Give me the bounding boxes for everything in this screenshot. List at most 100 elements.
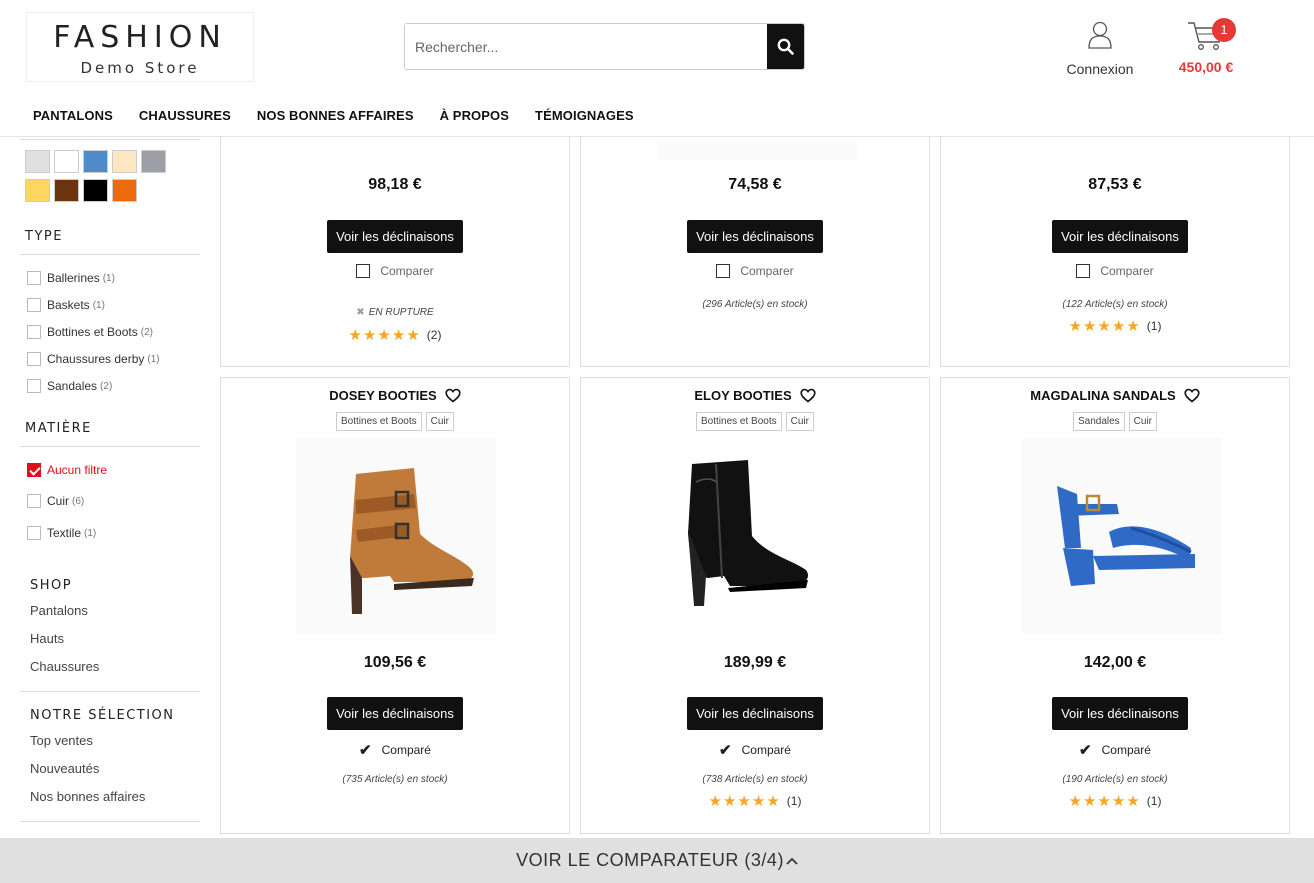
- filter-label: Chaussures derby: [47, 352, 145, 366]
- rating: ★★★★★ (1): [581, 792, 929, 810]
- stock-quantity: (296 Article(s) en stock): [702, 299, 808, 310]
- search-button[interactable]: [767, 24, 804, 69]
- compared-toggle[interactable]: ✔ Comparé: [581, 741, 929, 759]
- checkbox[interactable]: [356, 264, 371, 278]
- compare-checkbox[interactable]: Comparer: [581, 264, 929, 278]
- view-variants-button[interactable]: Voir les déclinaisons: [687, 220, 823, 253]
- filter-type-bottines[interactable]: Bottines et Boots (2): [27, 325, 153, 339]
- view-variants-button[interactable]: Voir les déclinaisons: [687, 697, 823, 730]
- rating: ★★★★★ (1): [941, 317, 1289, 335]
- search-icon: [777, 38, 794, 55]
- checkbox[interactable]: [716, 264, 731, 278]
- checkbox[interactable]: [1076, 264, 1091, 278]
- product-name[interactable]: DOSEY BOOTIES: [329, 388, 436, 403]
- filter-matiere-aucun[interactable]: Aucun filtre: [27, 463, 107, 477]
- category-tag: Bottines et Boots: [696, 412, 782, 431]
- compare-checkbox[interactable]: Comparer: [941, 264, 1289, 278]
- checkbox[interactable]: [27, 352, 41, 366]
- color-swatches: [25, 150, 185, 208]
- product-image[interactable]: [657, 140, 857, 160]
- checkbox[interactable]: [27, 494, 41, 508]
- out-of-stock-text: EN RUPTURE: [368, 307, 434, 318]
- color-swatch[interactable]: [54, 179, 79, 202]
- account-link[interactable]: Connexion: [1060, 20, 1140, 77]
- color-swatch[interactable]: [112, 150, 137, 173]
- color-swatch[interactable]: [25, 179, 50, 202]
- product-image[interactable]: [656, 438, 856, 634]
- product-price: 109,56 €: [363, 654, 427, 671]
- nav-chaussures[interactable]: CHAUSSURES: [126, 101, 244, 130]
- cart-link[interactable]: 1 450,00 €: [1170, 18, 1242, 75]
- heart-icon[interactable]: [800, 388, 816, 403]
- logo[interactable]: FASHION Demo Store: [26, 12, 254, 82]
- filter-matiere-cuir[interactable]: Cuir (6): [27, 494, 84, 508]
- shop-link-chaussures[interactable]: Chaussures: [30, 659, 99, 674]
- compare-bar-button[interactable]: VOIR LE COMPARATEUR (3/4): [0, 838, 1314, 883]
- material-tag: Cuir: [1128, 412, 1158, 431]
- selection-link-nouveautes[interactable]: Nouveautés: [30, 761, 99, 776]
- star-rating-icon: ★★★★★: [348, 327, 421, 344]
- product-image[interactable]: [1021, 438, 1221, 634]
- product-price: 87,53 €: [1088, 176, 1142, 193]
- checkbox[interactable]: [27, 298, 41, 312]
- rating: ★★★★★ (1): [941, 792, 1289, 810]
- view-variants-button[interactable]: Voir les déclinaisons: [327, 697, 463, 730]
- product-name[interactable]: MAGDALINA SANDALS: [1030, 388, 1175, 403]
- divider: [20, 691, 200, 692]
- product-card: ELOY BOOTIES Bottines et Boots Cuir 189,9…: [580, 377, 930, 834]
- color-swatch[interactable]: [112, 179, 137, 202]
- color-swatch[interactable]: [141, 150, 166, 173]
- filter-count: (1): [102, 272, 115, 284]
- product-image[interactable]: [296, 438, 496, 634]
- checkbox[interactable]: [27, 271, 41, 285]
- view-variants-button[interactable]: Voir les déclinaisons: [327, 220, 463, 253]
- logo-sub: Demo Store: [80, 59, 200, 77]
- view-variants-button[interactable]: Voir les déclinaisons: [1052, 697, 1188, 730]
- compared-toggle[interactable]: ✔ Comparé: [941, 741, 1289, 759]
- shop-link-hauts[interactable]: Hauts: [30, 631, 64, 646]
- filter-label: Textile: [47, 526, 82, 540]
- nav-pantalons[interactable]: PANTALONS: [20, 101, 126, 130]
- search-form: [404, 23, 805, 70]
- checkbox[interactable]: [27, 325, 41, 339]
- filter-type-baskets[interactable]: Baskets (1): [27, 298, 105, 312]
- product-name-row: ELOY BOOTIES: [581, 388, 929, 403]
- checkmark-icon: ✔: [1079, 742, 1092, 759]
- product-name[interactable]: ELOY BOOTIES: [694, 388, 791, 403]
- color-swatch[interactable]: [83, 179, 108, 202]
- compare-checkbox[interactable]: Comparer: [221, 264, 569, 278]
- sandal-image: [1057, 486, 1195, 586]
- compared-toggle[interactable]: ✔ Comparé: [221, 741, 569, 759]
- nav-bonnes-affaires[interactable]: NOS BONNES AFFAIRES: [244, 101, 427, 130]
- selection-link-top-ventes[interactable]: Top ventes: [30, 733, 93, 748]
- compare-label: Comparé: [381, 743, 431, 757]
- divider: [20, 821, 200, 822]
- nav-temoignages[interactable]: TÉMOIGNAGES: [522, 101, 647, 130]
- review-count: (1): [786, 794, 802, 808]
- shop-link-pantalons[interactable]: Pantalons: [30, 603, 88, 618]
- selection-link-bonnes-affaires[interactable]: Nos bonnes affaires: [30, 789, 145, 804]
- product-price: 142,00 €: [1083, 654, 1147, 671]
- checkbox[interactable]: [27, 379, 41, 393]
- checkbox[interactable]: [27, 526, 41, 540]
- nav-a-propos[interactable]: À PROPOS: [427, 101, 522, 130]
- filter-type-ballerines[interactable]: Ballerines (1): [27, 271, 115, 285]
- filter-type-sandales[interactable]: Sandales (2): [27, 379, 112, 393]
- material-tag: Cuir: [785, 412, 814, 431]
- heart-icon[interactable]: [445, 388, 461, 403]
- color-swatch[interactable]: [25, 150, 50, 173]
- filter-matiere-textile[interactable]: Textile (1): [27, 526, 96, 540]
- search-input[interactable]: [405, 24, 767, 69]
- logo-main: FASHION: [53, 20, 227, 55]
- compare-bar-label: VOIR LE COMPARATEUR (3/4): [516, 850, 784, 870]
- filter-label: Baskets: [47, 298, 90, 312]
- user-icon: [1088, 21, 1112, 49]
- heart-icon[interactable]: [1184, 388, 1200, 403]
- filter-type-derby[interactable]: Chaussures derby (1): [27, 352, 160, 366]
- color-swatch[interactable]: [83, 150, 108, 173]
- filter-label: Ballerines: [47, 271, 100, 285]
- checkbox-checked[interactable]: [27, 463, 41, 477]
- main-nav: PANTALONS CHAUSSURES NOS BONNES AFFAIRES…: [20, 101, 647, 130]
- color-swatch[interactable]: [54, 150, 79, 173]
- view-variants-button[interactable]: Voir les déclinaisons: [1052, 220, 1188, 253]
